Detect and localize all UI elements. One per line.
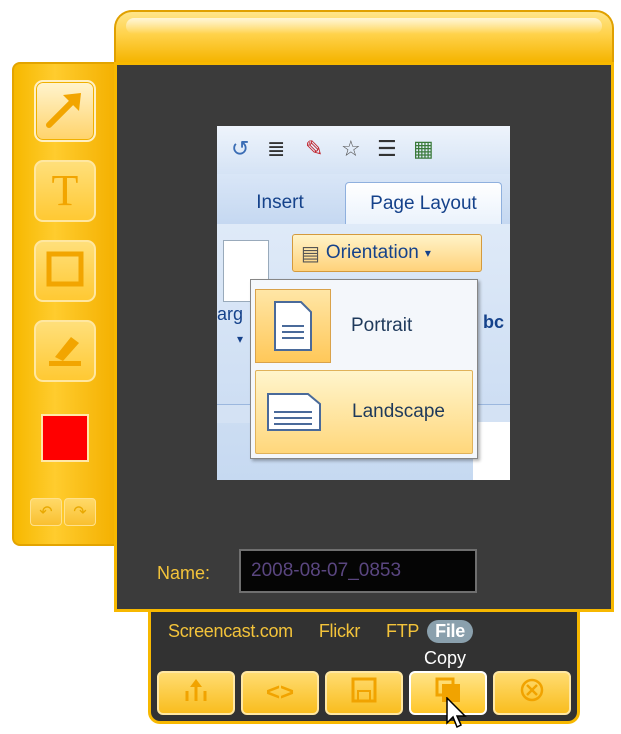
redo-button[interactable]: ↷ (64, 498, 96, 526)
embed-code-icon: <> (265, 679, 295, 706)
portrait-page-icon (255, 289, 331, 363)
orientation-icon: ▤ (301, 242, 320, 265)
chart-icon: ▦ (413, 136, 434, 161)
menu-item-portrait: Portrait (255, 284, 473, 368)
orientation-button: ▤ Orientation ▾ (292, 234, 482, 272)
current-color-swatch[interactable] (41, 414, 89, 462)
landscape-label: Landscape (352, 401, 445, 422)
indent-icon: ☰ (377, 136, 397, 161)
tab-insert: Insert (256, 192, 304, 213)
text-icon: T (51, 166, 79, 215)
menu-item-landscape: Landscape (255, 370, 473, 454)
orientation-menu: Portrait Landscape (250, 279, 478, 459)
save-icon (351, 677, 377, 710)
close-button[interactable] (493, 671, 571, 715)
margins-partial-label: arg (217, 304, 244, 324)
window-title-bar[interactable] (114, 10, 614, 62)
tab-ftp[interactable]: FTP (386, 621, 419, 642)
rectangle-icon (45, 249, 85, 294)
save-button[interactable] (325, 671, 403, 715)
landscape-page-icon (256, 375, 332, 449)
title-bar-shine (126, 18, 602, 34)
tab-file[interactable]: File (427, 620, 473, 643)
close-icon (519, 677, 545, 710)
embed-button[interactable]: <> (241, 671, 319, 715)
quick-access-toolbar: ↺ ≣ ✎ ☆ ☰ ▦ (217, 126, 510, 174)
document-page (473, 422, 510, 480)
ribbon-tabs: Insert Page Layout (217, 174, 510, 225)
redo-icon: ↷ (73, 504, 87, 521)
chevron-down-icon: ▾ (424, 246, 431, 260)
breaks-partial-label: bc (483, 312, 505, 332)
undo-icon: ↶ (39, 504, 53, 521)
captured-image-preview: ↺ ≣ ✎ ☆ ☰ ▦ Insert Page Layout arg ▾ ▤ O… (217, 126, 510, 480)
action-buttons: <> (157, 671, 571, 715)
mouse-cursor-icon (446, 696, 468, 734)
name-label: Name: (157, 563, 211, 583)
arrow-tool-button[interactable] (34, 80, 96, 142)
share-button[interactable] (157, 671, 235, 715)
portrait-label: Portrait (351, 315, 413, 336)
undo-icon: ↺ (231, 136, 250, 161)
share-destination-tabs: Screencast.com Flickr FTP File (168, 620, 473, 643)
undo-button[interactable]: ↶ (30, 498, 62, 526)
tab-page-layout: Page Layout (345, 182, 502, 225)
text-tool-button[interactable]: T (34, 160, 96, 222)
share-icon (181, 677, 211, 710)
rectangle-tool-button[interactable] (34, 240, 96, 302)
tool-palette: T ↶ ↷ (12, 62, 116, 546)
action-tooltip: Copy (424, 648, 467, 668)
highlighter-icon (45, 329, 85, 374)
highlight-tool-button[interactable] (34, 320, 96, 382)
arrow-icon (43, 87, 87, 136)
spacing-icon: ≣ (267, 136, 286, 161)
name-input[interactable] (239, 549, 477, 593)
undo-redo-group: ↶ ↷ (30, 498, 96, 526)
spelling-icon: ✎ (305, 136, 324, 161)
tab-flickr[interactable]: Flickr (319, 621, 360, 642)
star-icon: ☆ (341, 136, 361, 161)
margins-dropdown-icon: ▾ (237, 332, 244, 346)
orientation-label: Orientation (325, 242, 419, 263)
tab-screencast[interactable]: Screencast.com (168, 621, 293, 642)
